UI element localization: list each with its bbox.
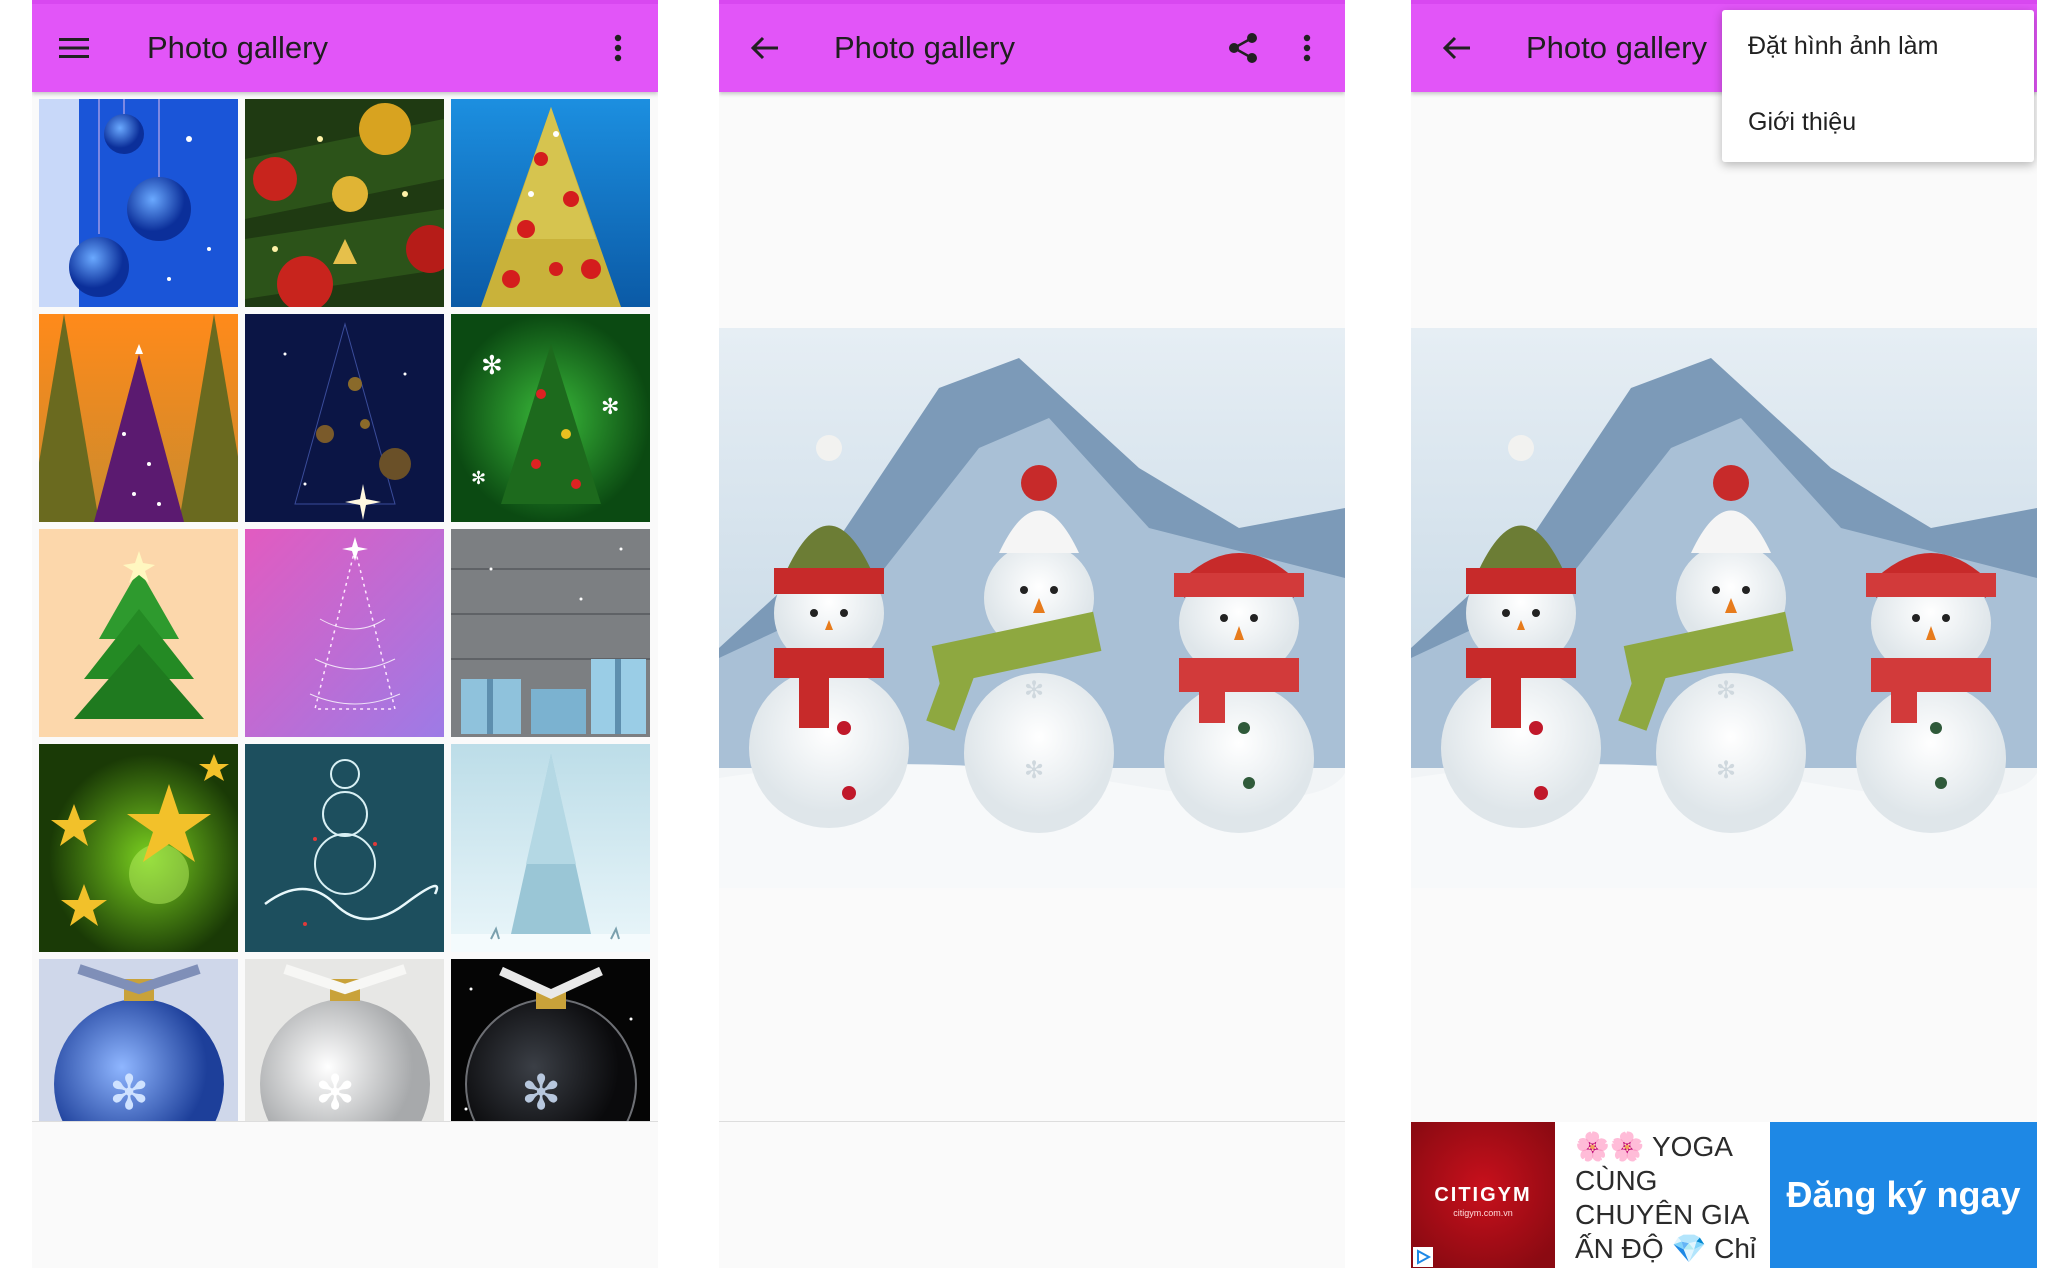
back-button[interactable] <box>1431 22 1483 74</box>
svg-text:✻: ✻ <box>1024 677 1044 704</box>
thumbnail-7[interactable] <box>39 529 238 737</box>
svg-text:✻: ✻ <box>481 350 503 380</box>
overflow-menu: Đặt hình ảnh làm Giới thiệu <box>1722 10 2034 162</box>
thumbnail-2[interactable] <box>245 99 444 307</box>
thumbnail-12[interactable] <box>451 744 650 952</box>
svg-text:✻: ✻ <box>315 1067 355 1120</box>
more-vert-icon <box>1303 34 1311 62</box>
ad-text-line: 🌸🌸 YOGA <box>1575 1131 1733 1162</box>
overflow-menu-button[interactable] <box>1281 22 1333 74</box>
page-title: Photo gallery <box>1526 30 1707 65</box>
ad-signup-button[interactable]: Đăng ký ngay <box>1770 1122 2037 1268</box>
svg-text:✻: ✻ <box>1716 677 1736 704</box>
menu-screen: Photo gallery Đặt hình ảnh làm Giới thiệ… <box>1411 0 2037 1268</box>
hamburger-menu-button[interactable] <box>48 22 100 74</box>
svg-text:✻: ✻ <box>109 1067 149 1120</box>
page-title: Photo gallery <box>147 30 328 65</box>
thumbnail-13[interactable]: ✻ <box>39 959 238 1121</box>
ad-brand: CITIGYM <box>1434 1184 1532 1206</box>
thumbnail-3[interactable] <box>451 99 650 307</box>
share-icon <box>1229 33 1257 63</box>
hamburger-icon <box>59 38 89 58</box>
menu-item-about[interactable]: Giới thiệu <box>1722 94 2034 170</box>
arrow-back-icon <box>1442 36 1470 60</box>
gallery-screen: Photo gallery ✻ ✻ ✻ ✻ ✻ ✻ <box>32 0 658 1268</box>
snowmen-photo[interactable]: ✻ ✻ <box>719 328 1345 888</box>
svg-text:✻: ✻ <box>521 1067 561 1120</box>
thumbnail-1[interactable] <box>39 99 238 307</box>
ad-logo[interactable]: CITIGYM citigym.com.vn <box>1411 1122 1555 1268</box>
share-button[interactable] <box>1217 22 1269 74</box>
thumbnail-5[interactable] <box>245 314 444 522</box>
back-button[interactable] <box>739 22 791 74</box>
thumbnail-10[interactable] <box>39 744 238 952</box>
menu-item-set-image-as[interactable]: Đặt hình ảnh làm <box>1722 18 2034 94</box>
ad-text-line: CÙNG <box>1575 1165 1658 1196</box>
bottom-divider <box>32 1121 658 1122</box>
thumbnail-grid: ✻ ✻ ✻ ✻ ✻ ✻ <box>39 99 651 1121</box>
overflow-menu-button[interactable] <box>592 22 644 74</box>
thumbnail-9[interactable] <box>451 529 650 737</box>
svg-text:✻: ✻ <box>471 468 486 488</box>
ad-text[interactable]: 🌸🌸 YOGA CÙNG CHUYÊN GIA ẤN ĐỘ 💎 Chỉ <box>1575 1130 1775 1266</box>
more-vert-icon <box>614 34 622 62</box>
detail-screen: Photo gallery ✻ ✻ <box>719 0 1345 1268</box>
thumbnail-14[interactable]: ✻ <box>245 959 444 1121</box>
ad-text-line: ẤN ĐỘ 💎 Chỉ <box>1575 1233 1757 1264</box>
snowmen-photo[interactable]: ✻ ✻ <box>1411 328 2037 888</box>
thumbnail-11[interactable] <box>245 744 444 952</box>
thumbnail-6[interactable]: ✻ ✻ ✻ <box>451 314 650 522</box>
app-bar: Photo gallery <box>32 0 658 92</box>
arrow-back-icon <box>750 36 778 60</box>
svg-text:✻: ✻ <box>1024 757 1044 784</box>
svg-text:✻: ✻ <box>1716 757 1736 784</box>
page-title: Photo gallery <box>834 30 1015 65</box>
ad-banner[interactable]: CITIGYM citigym.com.vn 🌸🌸 YOGA CÙNG CHUY… <box>1411 1122 2037 1268</box>
ad-brand-url: citigym.com.vn <box>1453 1208 1513 1218</box>
svg-text:✻: ✻ <box>601 394 619 419</box>
ad-text-line: CHUYÊN GIA <box>1575 1199 1750 1230</box>
ad-choices-icon[interactable] <box>1413 1247 1433 1267</box>
thumbnail-15[interactable]: ✻ <box>451 959 650 1121</box>
app-bar: Photo gallery <box>719 0 1345 92</box>
bottom-divider <box>719 1121 1345 1122</box>
thumbnail-8[interactable] <box>245 529 444 737</box>
thumbnail-4[interactable] <box>39 314 238 522</box>
